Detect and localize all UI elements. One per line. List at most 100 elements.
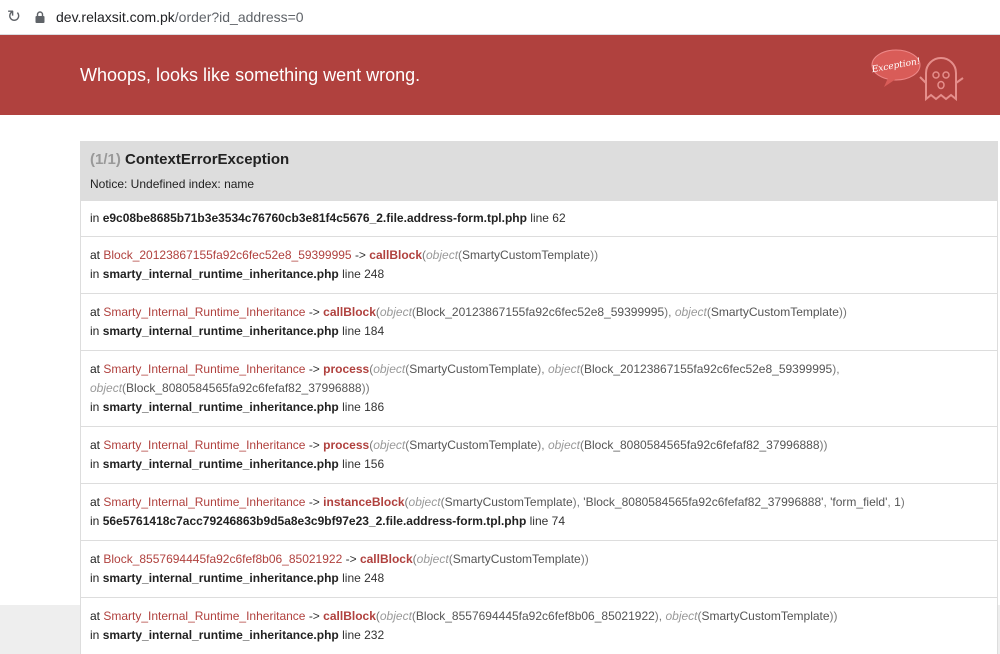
- trace-entry: at Smarty_Internal_Runtime_Inheritance -…: [81, 597, 997, 654]
- trace-arg-sep: ,: [836, 362, 840, 376]
- trace-arrow: ->: [308, 438, 320, 452]
- trace-class: Block_8557694445fa92c6fef8b06_85021922: [103, 552, 343, 566]
- trace-arg-value: SmartyCustomTemplate: [710, 305, 839, 319]
- url-field[interactable]: dev.relaxsit.com.pk/order?id_address=0: [56, 9, 304, 25]
- trace-line: line 74: [529, 514, 566, 528]
- trace-entry: at Smarty_Internal_Runtime_Inheritance -…: [81, 426, 997, 483]
- trace-class: Smarty_Internal_Runtime_Inheritance: [103, 438, 306, 452]
- trace-arrow: ->: [308, 609, 320, 623]
- trace-at-label: at: [90, 248, 101, 262]
- trace-line: line 156: [342, 457, 385, 471]
- trace-at-label: at: [90, 495, 101, 509]
- exception-ghost-icon: Exception!: [870, 49, 964, 102]
- trace-in-label: in: [90, 571, 100, 585]
- trace-method: process: [323, 438, 370, 452]
- trace-arrow: ->: [354, 248, 366, 262]
- trace-class: Smarty_Internal_Runtime_Inheritance: [103, 609, 306, 623]
- trace-call: at Block_8557694445fa92c6fef8b06_8502192…: [90, 550, 988, 569]
- exception-message: Notice: Undefined index: name: [90, 177, 255, 191]
- lock-icon[interactable]: [32, 9, 48, 25]
- trace-location: in smarty_internal_runtime_inheritance.p…: [90, 626, 988, 645]
- trace-line: line 248: [342, 571, 385, 585]
- trace-line: line 62: [530, 211, 566, 225]
- reload-icon[interactable]: ↻: [0, 7, 28, 27]
- trace-line: line 184: [342, 324, 385, 338]
- trace-arg-value: SmartyCustomTemplate: [409, 438, 538, 452]
- trace-file: smarty_internal_runtime_inheritance.php: [102, 324, 339, 338]
- trace-arg-sep: ,: [658, 609, 666, 623]
- trace-paren-close: ): [823, 438, 828, 452]
- trace-call: at Smarty_Internal_Runtime_Inheritance -…: [90, 607, 988, 626]
- trace-class: Smarty_Internal_Runtime_Inheritance: [103, 495, 306, 509]
- trace-arg-sep: ,: [541, 362, 548, 376]
- trace-arg-value: Block_20123867155fa92c6fec52e8_59399995: [583, 362, 833, 376]
- trace-file: smarty_internal_runtime_inheritance.php: [102, 400, 339, 414]
- trace-location: in smarty_internal_runtime_inheritance.p…: [90, 322, 988, 341]
- trace-in-label: in: [90, 267, 100, 281]
- trace-location: in smarty_internal_runtime_inheritance.p…: [90, 398, 988, 417]
- trace-arg-sep: ,: [668, 305, 675, 319]
- trace-entry: at Smarty_Internal_Runtime_Inheritance -…: [81, 350, 997, 426]
- exception-count: (1/1): [90, 151, 121, 168]
- trace-paren-close: ): [365, 381, 370, 395]
- trace-arg-type: object: [373, 362, 406, 376]
- trace-arg-type: object: [408, 495, 441, 509]
- trace-paren-close: ): [833, 609, 838, 623]
- trace-entry: at Smarty_Internal_Runtime_Inheritance -…: [81, 293, 997, 350]
- trace-arg-value: Block_8557694445fa92c6fef8b06_85021922: [415, 609, 655, 623]
- trace-paren-close: ): [842, 305, 847, 319]
- trace-arg-type: object: [379, 305, 412, 319]
- trace-entry: at Block_8557694445fa92c6fef8b06_8502192…: [81, 540, 997, 597]
- trace-call: at Smarty_Internal_Runtime_Inheritance -…: [90, 493, 988, 512]
- trace-method: callBlock: [323, 305, 376, 319]
- trace-at-label: at: [90, 609, 101, 623]
- trace-method: callBlock: [369, 248, 422, 262]
- trace-arg-value: SmartyCustomTemplate: [444, 495, 573, 509]
- trace-in-label: in: [90, 514, 100, 528]
- trace-line: line 248: [342, 267, 385, 281]
- trace-in-label: in: [90, 211, 100, 225]
- trace-method: callBlock: [323, 609, 376, 623]
- stack-trace: in e9c08be8685b71b3e3534c76760cb3e81f4c5…: [81, 200, 997, 654]
- trace-arg-type: object: [373, 438, 406, 452]
- trace-location: in smarty_internal_runtime_inheritance.p…: [90, 569, 988, 588]
- trace-arrow: ->: [308, 305, 320, 319]
- trace-entry: at Block_20123867155fa92c6fec52e8_593999…: [81, 236, 997, 293]
- trace-call: at Block_20123867155fa92c6fec52e8_593999…: [90, 246, 988, 265]
- content-area: (1/1) ContextErrorException Notice: Unde…: [0, 115, 1000, 654]
- trace-at-label: at: [90, 552, 101, 566]
- trace-arg-value: SmartyCustomTemplate: [701, 609, 830, 623]
- trace-in-label: in: [90, 324, 100, 338]
- trace-method: process: [323, 362, 370, 376]
- trace-in-label: in: [90, 628, 100, 642]
- url-path: /order?id_address=0: [174, 9, 304, 25]
- browser-address-bar: ↻ dev.relaxsit.com.pk/order?id_address=0: [0, 0, 1000, 35]
- trace-at-label: at: [90, 362, 101, 376]
- trace-at-label: at: [90, 438, 101, 452]
- trace-file: smarty_internal_runtime_inheritance.php: [102, 267, 339, 281]
- trace-arg-value: SmartyCustomTemplate: [462, 248, 591, 262]
- trace-file: smarty_internal_runtime_inheritance.php: [102, 628, 339, 642]
- trace-file: 56e5761418c7acc79246863b9d5a8e3c9bf97e23…: [102, 514, 527, 528]
- exception-header: (1/1) ContextErrorException Notice: Unde…: [81, 142, 997, 200]
- trace-arg-value: Block_8080584565fa92c6fefaf82_37996888: [126, 381, 362, 395]
- trace-arg-sep: ,: [541, 438, 548, 452]
- trace-entry: in e9c08be8685b71b3e3534c76760cb3e81f4c5…: [81, 200, 997, 236]
- exception-class: ContextErrorException: [125, 151, 290, 168]
- trace-arg-type: object: [426, 248, 459, 262]
- trace-arrow: ->: [308, 495, 320, 509]
- trace-entry: at Smarty_Internal_Runtime_Inheritance -…: [81, 483, 997, 540]
- trace-paren-close: ): [594, 248, 599, 262]
- trace-call: at Smarty_Internal_Runtime_Inheritance -…: [90, 436, 988, 455]
- trace-file: smarty_internal_runtime_inheritance.php: [102, 457, 339, 471]
- trace-class: Smarty_Internal_Runtime_Inheritance: [103, 362, 306, 376]
- trace-arrow: ->: [345, 552, 357, 566]
- exception-title: (1/1) ContextErrorException: [90, 151, 988, 168]
- trace-at-label: at: [90, 305, 101, 319]
- trace-paren-close: ): [900, 495, 905, 509]
- trace-arg-value: Block_8080584565fa92c6fefaf82_37996888: [583, 438, 820, 452]
- trace-arg-type: object: [416, 552, 449, 566]
- trace-arg-value: 'form_field': [830, 495, 888, 509]
- trace-call: at Smarty_Internal_Runtime_Inheritance -…: [90, 303, 988, 322]
- error-banner: Whoops, looks like something went wrong.…: [0, 35, 1000, 115]
